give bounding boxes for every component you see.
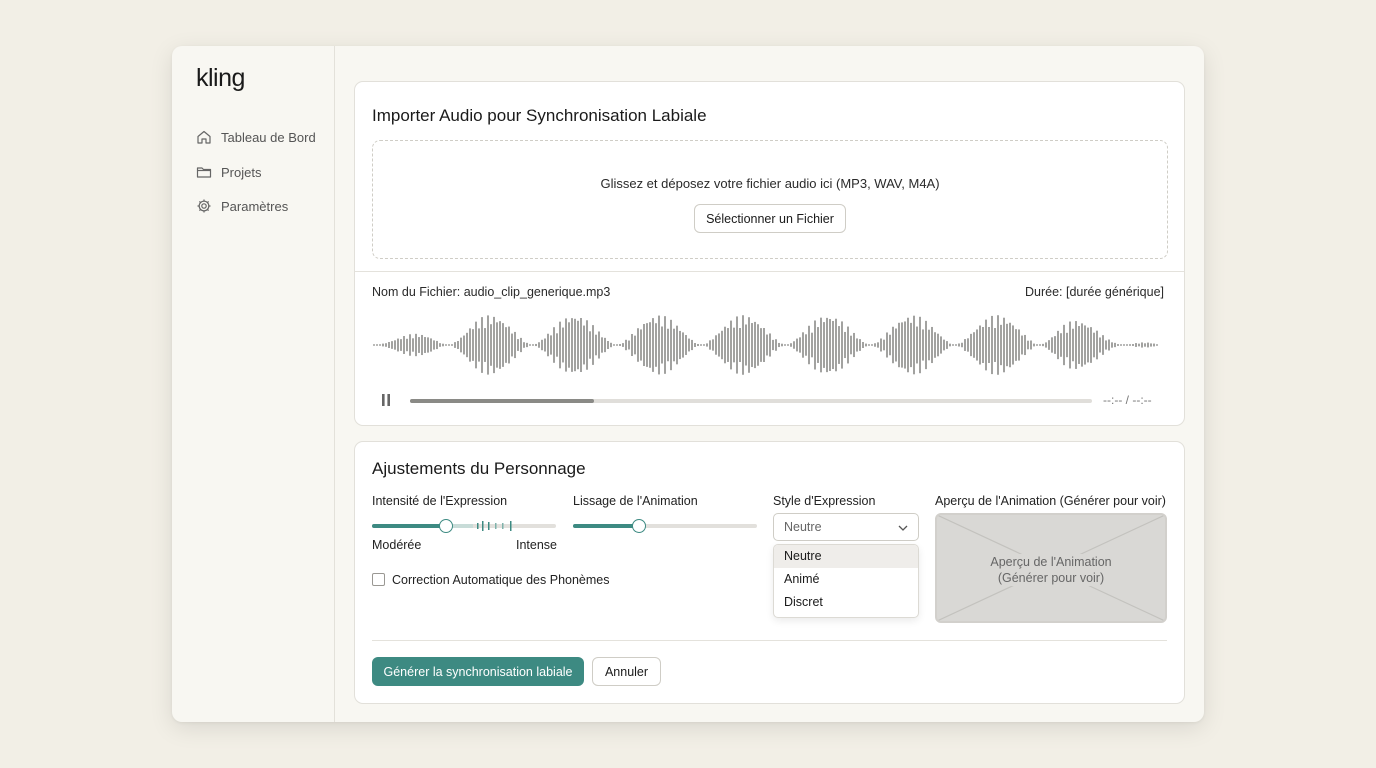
expression-style-label: Style d'Expression — [773, 494, 876, 508]
audio-dropzone[interactable]: Glissez et déposez votre fichier audio i… — [372, 140, 1168, 259]
app-window: kling Tableau de Bord Projets Paramètres — [172, 46, 1204, 722]
animation-smoothing-label: Lissage de l'Animation — [573, 494, 698, 508]
upload-title: Importer Audio pour Synchronisation Labi… — [372, 106, 707, 125]
sidebar-item-label: Paramètres — [221, 198, 289, 214]
actions-divider — [372, 640, 1167, 641]
slider-thumb[interactable] — [632, 519, 647, 533]
dropzone-text: Glissez et déposez votre fichier audio i… — [600, 176, 940, 191]
expression-intensity-slider[interactable] — [372, 519, 556, 533]
preview-placeholder: Aperçu de l'Animation (Générer pour voir… — [937, 554, 1165, 586]
intensity-max-label: Intense — [516, 538, 558, 552]
sidebar: kling Tableau de Bord Projets Paramètres — [172, 46, 335, 722]
slider-fill — [372, 524, 446, 528]
sidebar-item-dashboard[interactable]: Tableau de Bord — [196, 126, 316, 148]
audio-upload-card: Importer Audio pour Synchronisation Labi… — [354, 81, 1185, 426]
cancel-button[interactable]: Annuler — [592, 657, 661, 686]
intensity-ticks-icon — [477, 521, 512, 531]
preview-label: Aperçu de l'Animation (Générer pour voir… — [935, 494, 1166, 508]
sidebar-item-label: Tableau de Bord — [221, 129, 316, 145]
gear-icon — [197, 199, 211, 213]
playback-progress-fill — [410, 399, 595, 403]
animation-preview: Aperçu de l'Animation (Générer pour voir… — [935, 513, 1167, 623]
file-name: Nom du Fichier: audio_clip_generique.mp3 — [372, 285, 611, 299]
auto-phoneme-checkbox[interactable] — [372, 573, 385, 586]
option-neutre[interactable]: Neutre — [774, 545, 918, 568]
folder-icon — [196, 167, 212, 178]
animation-smoothing-slider[interactable] — [573, 519, 757, 533]
generate-lipsync-button[interactable]: Générer la synchronisation labiale — [372, 657, 584, 686]
playback-time: --:-- / --:-- — [1103, 393, 1152, 407]
auto-phoneme-label: Correction Automatique des Phonèmes — [392, 573, 610, 587]
chevron-down-icon — [898, 525, 908, 531]
slider-fill — [573, 524, 640, 528]
file-duration: Durée: [durée générique] — [1025, 285, 1164, 299]
intensity-min-label: Modérée — [372, 538, 422, 552]
character-title: Ajustements du Personnage — [372, 459, 586, 478]
upload-divider — [355, 271, 1184, 272]
playback-progress[interactable] — [410, 399, 1092, 403]
slider-thumb[interactable] — [438, 519, 453, 533]
sidebar-item-label: Projets — [221, 164, 262, 180]
select-value: Neutre — [784, 520, 822, 534]
character-adjustments-card: Ajustements du Personnage Intensité de l… — [354, 441, 1185, 704]
select-file-button[interactable]: Sélectionner un Fichier — [694, 204, 846, 233]
sidebar-item-projects[interactable]: Projets — [196, 161, 261, 183]
home-icon — [197, 130, 211, 144]
option-anime[interactable]: Animé — [774, 568, 918, 591]
sidebar-item-settings[interactable]: Paramètres — [196, 195, 288, 217]
preview-placeholder-line2: (Générer pour voir) — [993, 570, 1109, 586]
preview-placeholder-line1: Aperçu de l'Animation — [986, 554, 1116, 570]
expression-style-select[interactable]: Neutre — [773, 513, 919, 541]
expression-intensity-label: Intensité de l'Expression — [372, 494, 508, 508]
app-logo: kling — [196, 64, 245, 92]
option-discret[interactable]: Discret — [774, 591, 918, 614]
pause-icon[interactable] — [380, 393, 392, 407]
expression-style-menu: Neutre Animé Discret — [773, 544, 919, 618]
audio-waveform[interactable] — [372, 310, 1162, 380]
